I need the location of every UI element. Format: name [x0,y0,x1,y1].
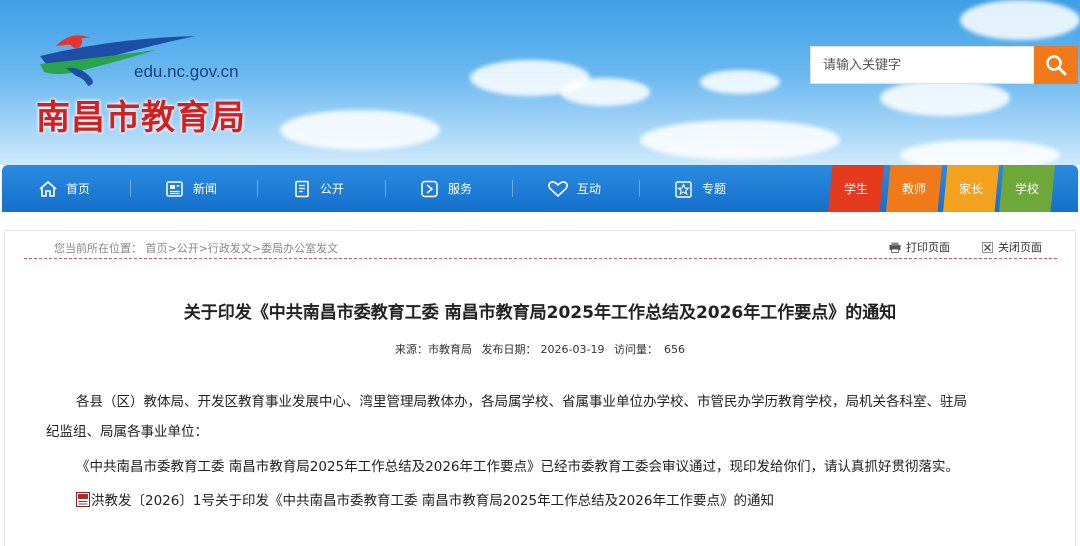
site-domain: edu.nc.gov.cn [134,62,239,81]
nav-divider [639,180,640,197]
nav-item-label: 新闻 [193,182,218,196]
search-box [810,46,1038,84]
role-tab-label: 家长 [958,182,983,196]
nav-item-news[interactable]: 新闻 [165,165,217,212]
search-button[interactable] [1034,46,1078,84]
nav-divider [512,180,513,197]
nav-divider [385,180,386,197]
attachment-label: 洪教发〔2026〕1号关于印发《中共南昌市委教育工委 南昌市教育局2025年工作… [91,493,774,509]
cloud-decoration [280,110,440,150]
views-label: 访问量： [613,343,658,356]
breadcrumb-prefix: 您当前所在位置： [54,242,142,255]
newspaper-icon [166,180,183,197]
nav-item-label: 服务 [448,182,473,196]
nav-item-home[interactable]: 首页 [38,165,90,212]
breadcrumb-path[interactable]: 首页>公开>行政发文>委局办公室发文 [146,242,339,255]
search-icon [1046,55,1067,76]
cloud-decoration [880,80,1010,116]
print-page-label: 打印页面 [906,241,950,254]
paragraph-recipients-line1: 各县（区）教体局、开发区教育事业发展中心、湾里管理局教体办，各局属学校、省属事业… [76,394,967,410]
role-tab-label: 学生 [843,182,868,196]
service-icon [421,180,438,197]
paragraph-recipients-line2: 纪监组、局属各事业单位： [46,424,208,440]
role-tab-label: 学校 [1014,182,1039,196]
nav-item-service[interactable]: 服务 [420,165,472,212]
date-label: 发布日期： [481,343,537,356]
nav-item-label: 首页 [66,182,91,196]
site-logo[interactable]: edu.nc.gov.cn 南昌市教育局 [36,28,266,138]
views-value: 656 [663,343,685,356]
nav-item-interact[interactable]: 互动 [547,165,601,212]
paragraph-body: 《中共南昌市委教育工委 南昌市教育局2025年工作总结及2026年工作要点》已经… [76,459,960,475]
site-name: 南昌市教育局 [36,98,246,138]
cloud-decoration [900,140,1060,165]
cloud-decoration [960,0,1080,40]
document-icon [295,180,309,197]
article-meta: 来源：市教育局 发布日期： 2026-03-19 访问量： 656 [0,341,1080,357]
role-tab-student[interactable]: 学生 [828,165,884,212]
nav-item-label: 互动 [577,182,602,196]
star-icon [675,180,692,198]
nav-item-public[interactable]: 公开 [292,165,344,212]
role-tab-label: 教师 [901,182,926,196]
article-title: 关于印发《中共南昌市委教育工委 南昌市教育局2025年工作总结及2026年工作要… [183,303,897,323]
source-label: 来源： [395,343,429,356]
home-icon [39,180,57,197]
printer-icon [889,242,901,253]
date-value: 2026-03-19 [540,343,605,356]
nav-item-topic[interactable]: 专题 [674,165,726,212]
attachment-link[interactable]: 洪教发〔2026〕1号关于印发《中共南昌市委教育工委 南昌市教育局2025年工作… [76,489,774,509]
role-tab-teacher[interactable]: 教师 [886,165,942,212]
cloud-decoration [640,120,840,160]
heart-icon [548,180,568,197]
cloud-decoration [700,70,780,94]
nav-divider [130,180,131,197]
divider-line [24,258,1057,259]
breadcrumb: 您当前所在位置： 首页>公开>行政发文>委局办公室发文 [54,240,338,256]
nav-divider [257,180,258,197]
close-icon [982,241,993,253]
cloud-decoration [560,78,650,106]
close-page-label: 关闭页面 [998,241,1042,254]
search-input[interactable] [811,47,1037,83]
role-tab-parent[interactable]: 家长 [943,165,999,212]
nav-item-label: 专题 [702,182,727,196]
pdf-file-icon [76,491,90,507]
source-value: 市教育局 [428,343,473,356]
close-page-button[interactable]: 关闭页面 [982,239,1042,255]
role-tab-school[interactable]: 学校 [999,165,1055,212]
nav-item-label: 公开 [320,182,345,196]
print-page-button[interactable]: 打印页面 [889,239,950,255]
